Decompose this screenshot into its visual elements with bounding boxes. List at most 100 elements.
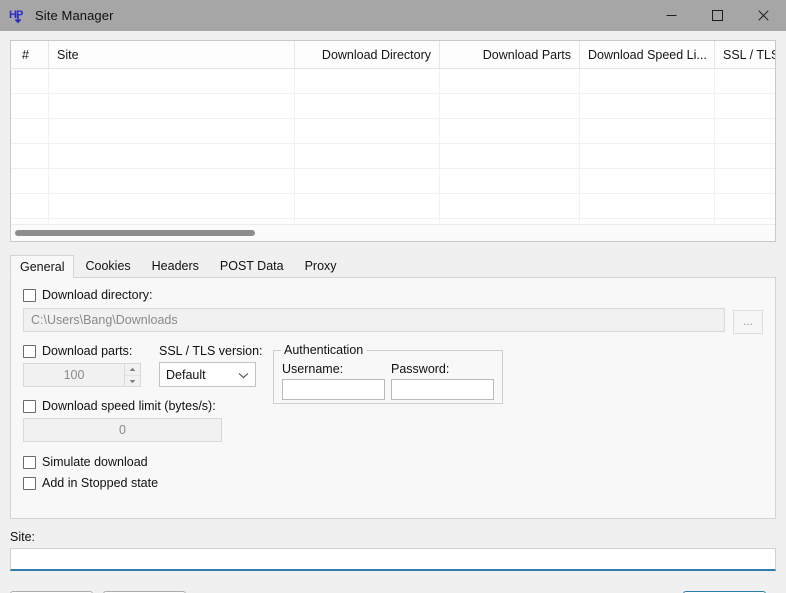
minimize-icon[interactable] <box>648 0 694 31</box>
username-field[interactable] <box>282 379 385 400</box>
sites-table[interactable]: # Site Download Directory Download Parts… <box>10 40 776 242</box>
cell-ssl <box>715 69 775 94</box>
tab-headers[interactable]: Headers <box>142 254 209 277</box>
cell-number <box>11 144 49 169</box>
password-label: Password: <box>391 362 450 376</box>
cell-parts <box>440 144 580 169</box>
cell-ssl <box>715 94 775 119</box>
scrollbar-thumb[interactable] <box>15 230 255 236</box>
password-field[interactable] <box>391 379 494 400</box>
table-row[interactable] <box>11 69 775 94</box>
maximize-icon[interactable] <box>694 0 740 31</box>
download-parts-stepper-buttons[interactable] <box>124 363 141 387</box>
cell-parts <box>440 119 580 144</box>
cell-directory <box>295 94 440 119</box>
chevron-down-icon <box>238 368 249 382</box>
table-header-row: # Site Download Directory Download Parts… <box>11 41 775 69</box>
cell-directory <box>295 194 440 219</box>
authentication-group: Authentication Username: Password: <box>273 343 503 404</box>
cell-speed <box>580 119 715 144</box>
cell-directory <box>295 69 440 94</box>
title-bar: H P Site Manager <box>0 0 786 31</box>
tab-general[interactable]: General <box>10 255 75 278</box>
cell-number <box>11 194 49 219</box>
download-speed-limit-checkbox[interactable] <box>23 399 36 413</box>
cell-directory <box>295 169 440 194</box>
download-speed-limit-label: Download speed limit (bytes/s): <box>42 399 216 413</box>
cell-number <box>11 94 49 119</box>
username-field-group: Username: <box>282 362 385 400</box>
download-directory-label: Download directory: <box>42 288 153 302</box>
column-header-number[interactable]: # <box>11 41 49 69</box>
table-row[interactable] <box>11 194 775 219</box>
download-directory-input[interactable]: C:\Users\Bang\Downloads <box>23 308 725 332</box>
ssl-tls-version-group: SSL / TLS version: Default <box>159 344 269 387</box>
window-title: Site Manager <box>35 8 114 23</box>
tab-proxy[interactable]: Proxy <box>295 254 347 277</box>
column-header-parts[interactable]: Download Parts <box>440 41 580 69</box>
app-logo-icon: H P <box>9 7 27 25</box>
column-header-directory[interactable]: Download Directory <box>295 41 440 69</box>
simulate-download-checkbox[interactable] <box>23 455 36 469</box>
column-header-site[interactable]: Site <box>49 41 295 69</box>
site-manager-window: H P Site Manager # Site Download Directo… <box>0 0 786 593</box>
add-in-stopped-state-label: Add in Stopped state <box>42 476 159 490</box>
general-tab-panel: Download directory: C:\Users\Bang\Downlo… <box>10 278 776 519</box>
download-parts-stepper[interactable]: 100 <box>23 363 141 387</box>
table-row[interactable] <box>11 94 775 119</box>
cell-number <box>11 169 49 194</box>
table-body[interactable] <box>11 69 775 241</box>
table-row[interactable] <box>11 169 775 194</box>
cell-parts <box>440 169 580 194</box>
cell-site <box>49 94 295 119</box>
client-area: # Site Download Directory Download Parts… <box>0 31 786 593</box>
window-controls <box>648 0 786 31</box>
cell-number <box>11 69 49 94</box>
simulate-download-checkbox-row[interactable]: Simulate download <box>23 455 763 469</box>
tab-cookies[interactable]: Cookies <box>75 254 140 277</box>
cell-parts <box>440 69 580 94</box>
add-in-stopped-state-checkbox-row[interactable]: Add in Stopped state <box>23 476 763 490</box>
svg-text:P: P <box>16 9 23 21</box>
simulate-download-label: Simulate download <box>42 455 148 469</box>
cell-site <box>49 69 295 94</box>
column-header-speed[interactable]: Download Speed Li... <box>580 41 715 69</box>
username-label: Username: <box>282 362 344 376</box>
cell-ssl <box>715 194 775 219</box>
table-row[interactable] <box>11 119 775 144</box>
download-parts-checkbox-row[interactable]: Download parts: <box>23 344 147 358</box>
cell-parts <box>440 94 580 119</box>
cell-directory <box>295 119 440 144</box>
download-directory-checkbox-row[interactable]: Download directory: <box>23 288 763 302</box>
download-parts-group: Download parts: 100 <box>23 344 147 387</box>
browse-directory-button[interactable]: ... <box>733 310 763 334</box>
download-directory-checkbox[interactable] <box>23 288 36 302</box>
cell-site <box>49 169 295 194</box>
cell-ssl <box>715 144 775 169</box>
download-parts-checkbox[interactable] <box>23 344 36 358</box>
ssl-tls-version-value: Default <box>166 367 206 382</box>
column-header-ssl[interactable]: SSL / TLS ’ <box>715 41 775 69</box>
ssl-tls-version-label: SSL / TLS version: <box>159 344 263 358</box>
site-input[interactable] <box>10 548 776 571</box>
stepper-down-icon[interactable] <box>125 375 140 386</box>
tab-post-data[interactable]: POST Data <box>210 254 294 277</box>
ssl-tls-version-select[interactable]: Default <box>159 362 256 387</box>
download-speed-limit-input[interactable]: 0 <box>23 418 222 442</box>
table-row[interactable] <box>11 144 775 169</box>
cell-ssl <box>715 169 775 194</box>
table-horizontal-scrollbar[interactable] <box>11 224 775 241</box>
site-field-area: Site: <box>10 530 776 571</box>
site-label: Site: <box>10 530 36 544</box>
add-in-stopped-state-checkbox[interactable] <box>23 476 36 490</box>
cell-parts <box>440 194 580 219</box>
authentication-group-title: Authentication <box>281 343 367 357</box>
password-field-group: Password: <box>391 362 494 400</box>
stepper-up-icon[interactable] <box>125 364 140 375</box>
cell-site <box>49 194 295 219</box>
close-icon[interactable] <box>740 0 786 31</box>
cell-number <box>11 119 49 144</box>
download-parts-label: Download parts: <box>42 344 133 358</box>
cell-site <box>49 119 295 144</box>
download-parts-input[interactable]: 100 <box>23 363 124 387</box>
